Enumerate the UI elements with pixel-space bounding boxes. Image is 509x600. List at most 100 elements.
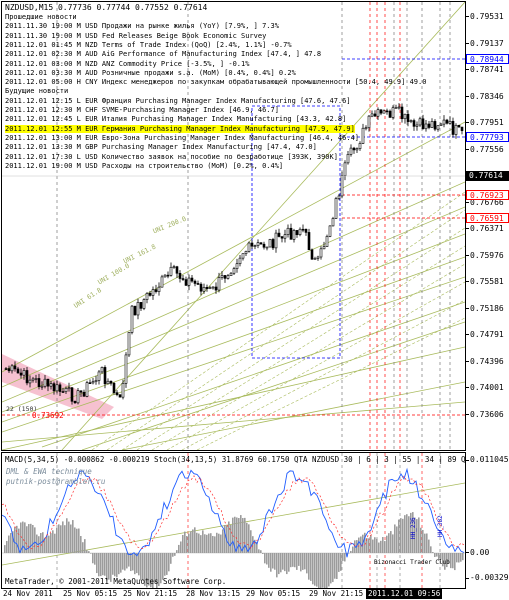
macd-histogram-bar: [130, 553, 132, 572]
candle-body: [163, 274, 167, 278]
macd-histogram-bar: [212, 535, 214, 553]
time-axis: 24 Nov 2011 25 Nov 05:15 25 Nov 21:15 28 No…: [1, 588, 464, 600]
macd-histogram-bar: [10, 533, 12, 553]
indicator-header: MACD(5,34,5) -0.000862 -0.000219 Stoch(3…: [5, 455, 466, 464]
macd-histogram-bar: [376, 538, 378, 553]
macd-histogram-bar: [258, 549, 260, 553]
candle-body: [43, 378, 47, 387]
ind-tick-zero: 0.00: [470, 548, 490, 557]
macd-histogram-bar: [320, 553, 322, 588]
chart-header: NZDUSD,M15 0.77736 0.77744 0.77552 0.776…: [5, 3, 208, 12]
candle-body: [37, 378, 41, 387]
macd-histogram-bar: [222, 529, 224, 553]
price-tick: 0.74791: [470, 330, 504, 339]
macd-histogram-bar: [380, 540, 382, 553]
candle-body: [142, 299, 146, 309]
candle-body: [70, 387, 74, 402]
candle-body: [64, 388, 68, 392]
candle-body: [226, 275, 230, 279]
macd-histogram-bar: [174, 553, 176, 556]
candle-body: [172, 266, 176, 268]
macd-histogram-bar: [372, 539, 374, 553]
candle-body: [439, 123, 443, 127]
candle-body: [337, 195, 341, 199]
candle-body: [271, 239, 275, 249]
candle-body: [160, 276, 164, 288]
past-news-item: 2011.11.30 19:00 M USD Fed Releases Beig…: [5, 31, 267, 40]
macd-histogram-bar: [88, 551, 90, 553]
candle-body: [316, 256, 320, 259]
macd-histogram-bar: [214, 536, 216, 553]
candle-body: [91, 381, 95, 384]
candle-body: [364, 127, 368, 130]
candle-body: [262, 243, 266, 248]
macd-histogram-bar: [292, 553, 294, 567]
macd-histogram-bar: [400, 518, 402, 553]
macd-histogram-bar: [8, 535, 10, 553]
macd-histogram-bar: [82, 542, 84, 553]
macd-histogram-bar: [76, 528, 78, 553]
candle-body: [7, 368, 11, 372]
macd-histogram-bar: [284, 553, 286, 572]
candle-body: [418, 118, 422, 126]
macd-histogram-bar: [276, 553, 278, 578]
candle-body: [52, 383, 56, 392]
candle-body: [274, 232, 278, 249]
candle-body: [79, 390, 83, 393]
macd-histogram-bar: [166, 553, 168, 575]
price-chart-pane[interactable]: NZDUSD,M15 0.77736 0.77744 0.77552 0.776…: [1, 1, 466, 451]
candle-body: [232, 268, 236, 274]
past-news-title: Прошедшие новости: [5, 13, 77, 21]
macd-histogram-bar: [300, 553, 302, 572]
macd-histogram-bar: [434, 553, 436, 558]
candle-body: [19, 372, 23, 376]
macd-histogram-bar: [344, 553, 346, 562]
macd-histogram-bar: [302, 553, 304, 570]
price-tag-blue-top: 0.78944: [466, 54, 509, 64]
candle-body: [367, 115, 371, 129]
candle-body: [112, 382, 116, 393]
candle-body: [25, 370, 29, 384]
candle-body: [310, 249, 314, 260]
macd-histogram-bar: [436, 553, 438, 557]
macd-histogram-bar: [322, 553, 324, 588]
candle-body: [403, 113, 407, 120]
price-tick: 0.75976: [470, 250, 504, 260]
price-tick: 0.77556: [470, 144, 504, 154]
macd-histogram-bar: [244, 517, 246, 553]
time-current: 2011.12.01 09:56: [366, 588, 443, 599]
future-news-item: 2011.12.01 13:30 M GBP Purchasing Manage…: [5, 143, 317, 152]
past-news-item: 2011.12.01 05:00 H CNY Индекс менеджеров…: [5, 78, 427, 87]
candle-body: [376, 109, 380, 117]
macd-histogram-bar: [4, 545, 6, 553]
macd-histogram-bar: [424, 533, 426, 553]
fan-line: [2, 276, 465, 433]
macd-histogram-bar: [332, 553, 334, 583]
macd-histogram-bar: [264, 553, 266, 564]
candle-body: [250, 242, 254, 247]
candle-body: [379, 109, 383, 114]
macd-histogram-bar: [186, 536, 188, 553]
candle-body: [169, 266, 173, 276]
macd-histogram-bar: [454, 553, 456, 571]
macd-histogram-bar: [200, 535, 202, 553]
macd-histogram-bar: [182, 534, 184, 553]
macd-histogram-bar: [394, 524, 396, 553]
macd-histogram-bar: [142, 553, 144, 581]
macd-histogram-bar: [326, 553, 328, 588]
macd-histogram-bar: [14, 527, 16, 553]
macd-histogram-bar: [274, 553, 276, 570]
indicator-pane[interactable]: MACD(5,34,5) -0.000862 -0.000219 Stoch(3…: [1, 452, 466, 589]
candle-body: [85, 382, 89, 397]
time-tick: 29 Nov 05:15: [246, 589, 301, 598]
macd-histogram-bar: [126, 553, 128, 569]
candle-body: [391, 107, 395, 118]
future-news-item: 2011.12.01 12:15 L EUR Франция Purchasin…: [5, 96, 351, 105]
macd-histogram-bar: [336, 553, 338, 579]
macd-histogram-bar: [312, 553, 314, 585]
ind-tick-bottom: -0.003293: [470, 573, 509, 582]
past-news-item: 2011.11.30 19:00 M USD Продажи на рынке …: [5, 22, 279, 31]
watermark-technique: DML & EWA technique: [6, 467, 92, 476]
macd-histogram-bar: [456, 553, 458, 563]
candle-body: [457, 124, 461, 128]
